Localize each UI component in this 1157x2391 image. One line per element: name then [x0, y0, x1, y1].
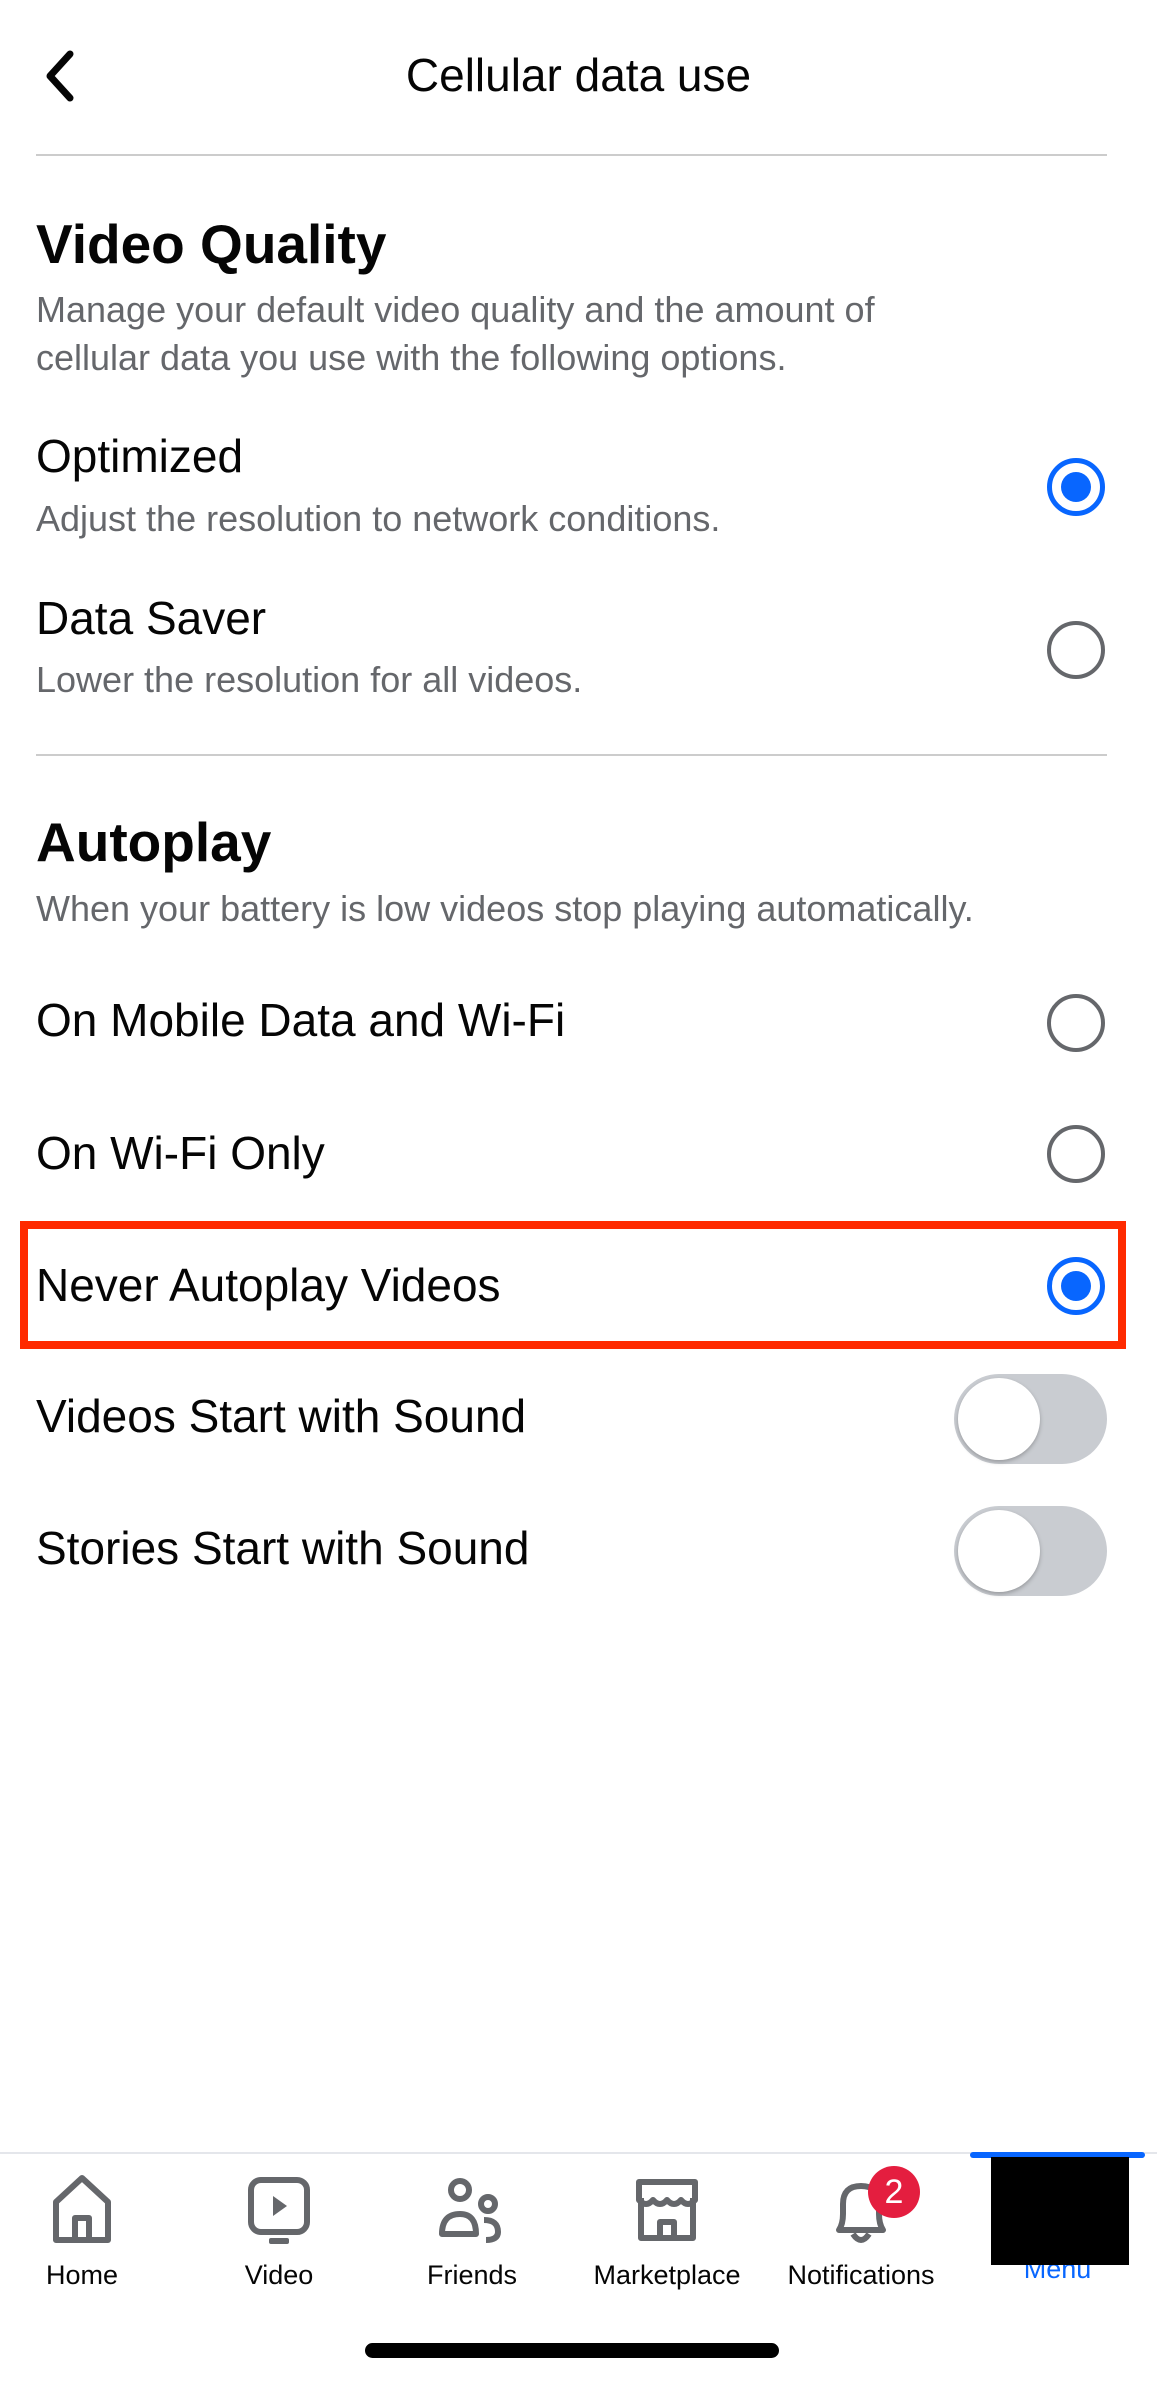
video-quality-heading: Video Quality [36, 213, 387, 275]
nav-home-label: Home [45, 2260, 119, 2290]
nav-marketplace-label: Marketplace [593, 2260, 741, 2290]
option-data-saver-label[interactable]: Data Saver [36, 591, 266, 645]
nav-video-label: Video [244, 2260, 314, 2290]
nav-friends-label: Friends [426, 2260, 518, 2290]
option-optimized-description: Adjust the resolution to network conditi… [36, 498, 721, 539]
nav-video[interactable]: Video [184, 2170, 374, 2291]
nav-notifications[interactable]: Notifications [766, 2170, 956, 2291]
marketplace-icon [636, 2179, 698, 2241]
option-optimized-label[interactable]: Optimized [36, 429, 243, 483]
header-divider [36, 154, 1107, 156]
videos-sound-toggle[interactable] [954, 1374, 1107, 1464]
option-never-autoplay-label[interactable]: Never Autoplay Videos [36, 1258, 501, 1312]
redaction-box [991, 2157, 1129, 2265]
autoplay-heading: Autoplay [36, 811, 272, 873]
videos-sound-label: Videos Start with Sound [36, 1390, 527, 1442]
autoplay-description: When your battery is low videos stop pla… [36, 888, 974, 929]
option-wifi-only-label[interactable]: On Wi-Fi Only [36, 1126, 325, 1180]
notifications-badge: 2 [868, 2166, 920, 2218]
radio-never-autoplay[interactable] [1047, 1257, 1105, 1315]
stories-sound-label: Stories Start with Sound [36, 1522, 530, 1574]
option-mobile-and-wifi-label[interactable]: On Mobile Data and Wi-Fi [36, 993, 565, 1047]
nav-friends[interactable]: Friends [377, 2170, 567, 2291]
radio-optimized[interactable] [1047, 458, 1105, 516]
radio-wifi-only[interactable] [1047, 1125, 1105, 1183]
option-data-saver-description: Lower the resolution for all videos. [36, 659, 583, 700]
home-indicator [365, 2343, 779, 2358]
friends-icon [439, 2178, 502, 2243]
video-quality-description-2: cellular data you use with the following… [36, 337, 787, 378]
nav-marketplace[interactable]: Marketplace [572, 2170, 762, 2291]
nav-notifications-label: Notifications [787, 2260, 935, 2290]
page-title: Cellular data use [405, 49, 752, 101]
video-icon [248, 2177, 310, 2244]
stories-sound-toggle[interactable] [954, 1506, 1107, 1596]
home-icon [53, 2175, 111, 2243]
radio-data-saver[interactable] [1047, 621, 1105, 679]
radio-mobile-and-wifi[interactable] [1047, 994, 1105, 1052]
section-divider [36, 754, 1107, 756]
video-quality-description-1: Manage your default video quality and th… [36, 289, 875, 330]
nav-home[interactable]: Home [0, 2170, 177, 2291]
